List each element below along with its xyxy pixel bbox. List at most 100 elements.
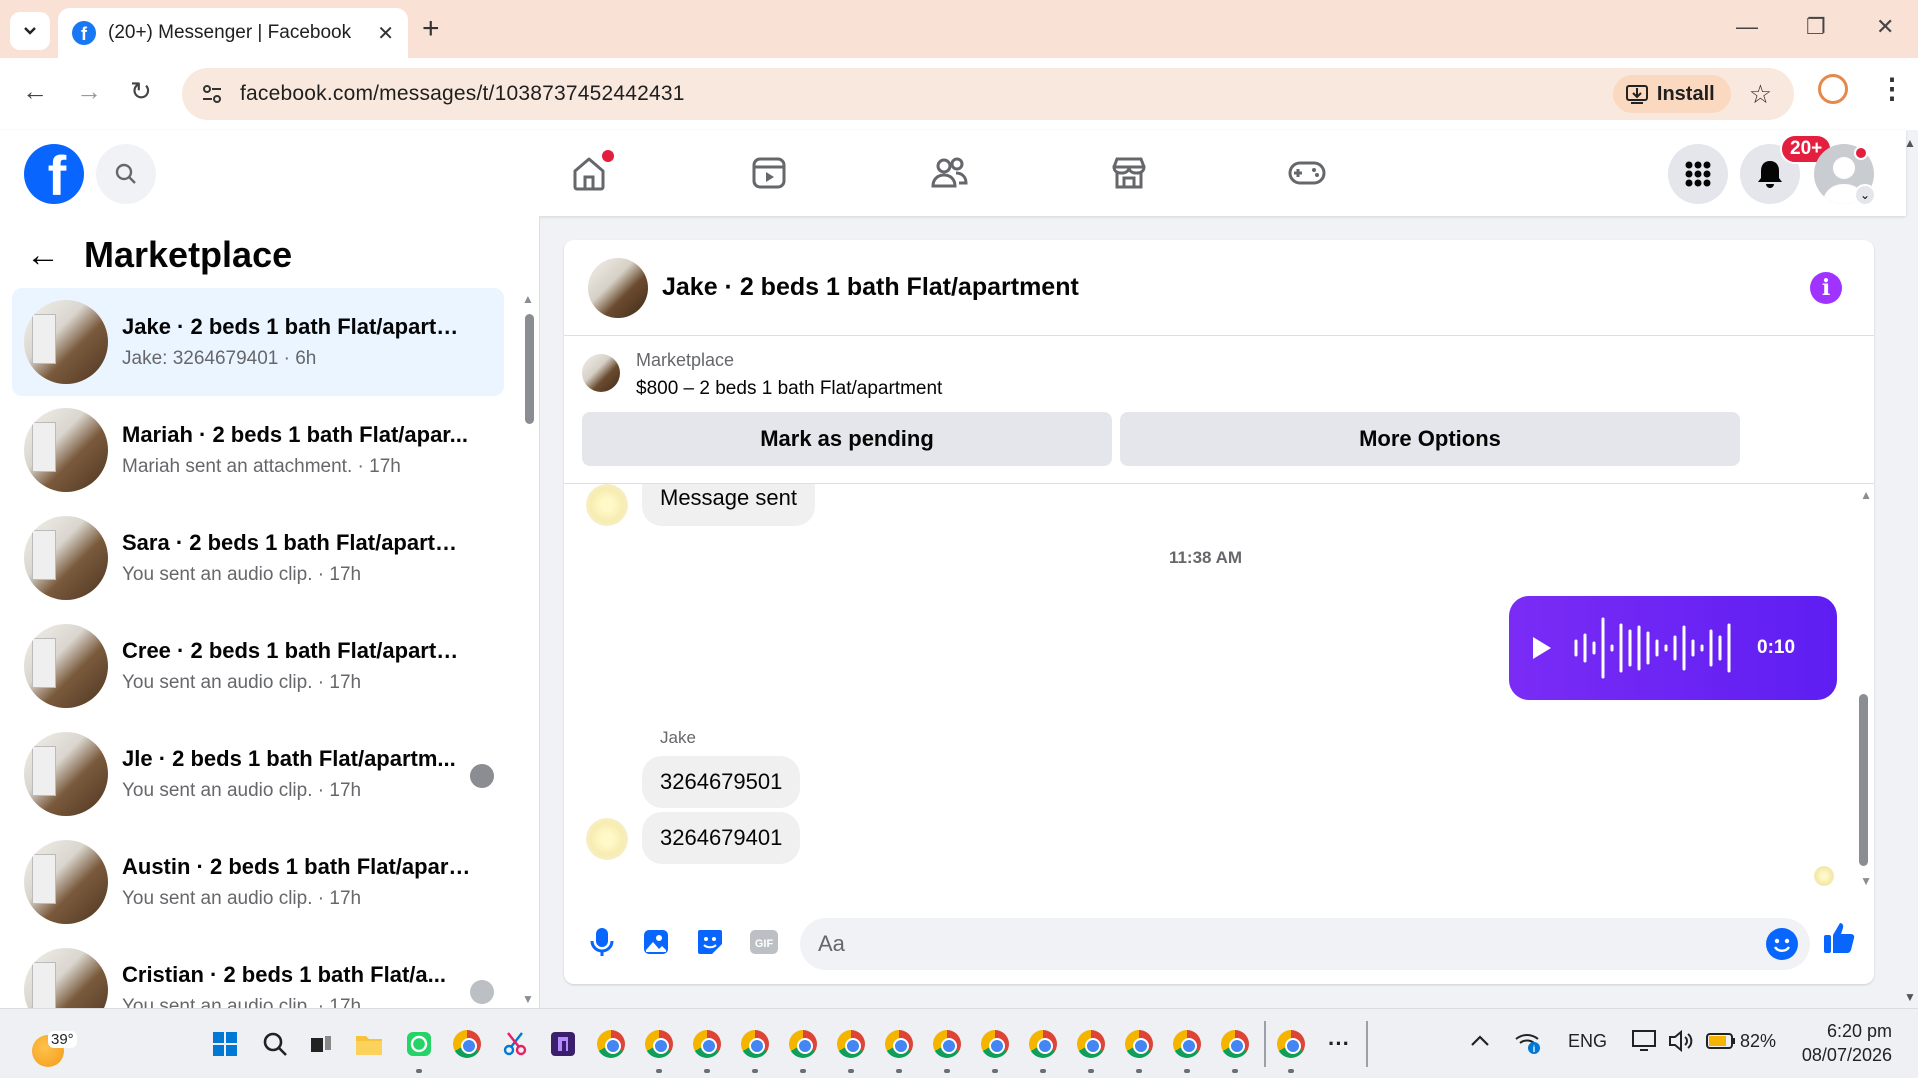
file-explorer-icon[interactable]	[354, 1029, 384, 1059]
listing-description[interactable]: $800 – 2 beds 1 bath Flat/apartment	[636, 378, 942, 400]
running-indicator	[1232, 1069, 1238, 1073]
play-icon[interactable]	[1533, 637, 1551, 659]
start-icon[interactable]	[210, 1029, 240, 1059]
scroll-up-arrow-icon[interactable]: ▲	[522, 292, 534, 306]
forward-icon[interactable]: →	[76, 76, 102, 107]
whatsapp-icon[interactable]	[404, 1029, 434, 1059]
info-icon[interactable]: i	[1810, 272, 1842, 304]
chrome-icon[interactable]	[1076, 1029, 1106, 1059]
conversation-item[interactable]: Austin · 2 beds 1 bath Flat/apart... You…	[12, 828, 504, 936]
snipping-tool-icon[interactable]	[500, 1029, 530, 1059]
display-icon[interactable]	[1632, 1029, 1658, 1058]
page-scroll-up-icon[interactable]: ▲	[1904, 136, 1916, 150]
clock-time[interactable]: 6:20 pm	[1826, 1021, 1892, 1042]
conversation-item[interactable]: Mariah · 2 beds 1 bath Flat/apar... Mari…	[12, 396, 504, 504]
close-window-icon[interactable]: ✕	[1876, 14, 1894, 40]
install-button[interactable]: Install	[1612, 75, 1731, 113]
microphone-icon[interactable]	[584, 924, 620, 960]
clock-date[interactable]: 08/07/2026	[1796, 1045, 1892, 1066]
task-view-icon[interactable]	[306, 1029, 336, 1059]
conversation-preview: Jake: 3264679401 · 6h	[122, 348, 317, 369]
tab-search-button[interactable]	[10, 12, 50, 50]
account-chevron-icon[interactable]: ⌄	[1854, 184, 1876, 206]
read-receipt-avatar	[1814, 866, 1834, 886]
conversation-name: Cristian · 2 beds 1 bath Flat/a...	[122, 962, 446, 987]
chrome-icon[interactable]	[740, 1029, 770, 1059]
site-info-icon[interactable]	[194, 76, 230, 112]
reload-icon[interactable]: ↻	[130, 76, 152, 107]
chrome-icon[interactable]	[884, 1029, 914, 1059]
menu-grid-button[interactable]	[1668, 144, 1728, 204]
chat-avatar[interactable]	[588, 257, 648, 318]
emoji-icon[interactable]	[1766, 928, 1798, 960]
network-icon[interactable]: i	[1514, 1029, 1542, 1060]
battery-icon[interactable]	[1706, 1033, 1736, 1054]
gaming-icon[interactable]	[1284, 150, 1330, 196]
grid-icon	[1685, 161, 1711, 187]
photo-icon[interactable]	[638, 924, 674, 960]
chat-scroll-down-icon[interactable]: ▼	[1860, 874, 1872, 888]
conversation-item[interactable]: Sara · 2 beds 1 bath Flat/apartm... You …	[12, 504, 504, 612]
video-icon[interactable]	[746, 150, 792, 196]
mark-as-pending-button[interactable]: Mark as pending	[582, 412, 1112, 466]
bookmark-star-icon[interactable]: ☆	[1749, 79, 1772, 110]
conversation-item[interactable]: Cree · 2 beds 1 bath Flat/apartm... You …	[12, 612, 504, 720]
chrome-icon[interactable]	[836, 1029, 866, 1059]
chrome-icon[interactable]	[1276, 1029, 1306, 1059]
conversation-item[interactable]: Jle · 2 beds 1 bath Flat/apartm... You s…	[12, 720, 504, 828]
facebook-logo-icon[interactable]: f	[24, 144, 84, 204]
more-options-button[interactable]: More Options	[1120, 412, 1740, 466]
language-indicator[interactable]: ENG	[1568, 1031, 1607, 1052]
message-bubble[interactable]: 3264679501	[642, 756, 801, 808]
chrome-icon[interactable]	[1220, 1029, 1250, 1059]
chrome-icon[interactable]	[980, 1029, 1010, 1059]
browser-toolbar: ← → ↻ facebook.com/messages/t/1038737452…	[0, 58, 1918, 130]
tab-close-icon[interactable]: ✕	[377, 21, 394, 46]
conversation-item[interactable]: Cristian · 2 beds 1 bath Flat/a... You s…	[12, 936, 504, 1008]
chrome-icon[interactable]	[692, 1029, 722, 1059]
home-notification-dot	[602, 150, 614, 162]
back-icon[interactable]: ←	[22, 76, 48, 107]
url-text[interactable]: facebook.com/messages/t/1038737452442431	[240, 82, 1613, 106]
tray-chevron-up-icon[interactable]	[1470, 1031, 1490, 1052]
more-apps-icon[interactable]: ···	[1324, 1029, 1354, 1059]
search-icon[interactable]	[260, 1029, 290, 1059]
message-bubble[interactable]: 3264679401	[642, 812, 801, 864]
like-thumb-icon[interactable]	[1822, 920, 1858, 956]
restore-icon[interactable]: ❐	[1806, 14, 1826, 40]
sidebar-scrollbar-thumb[interactable]	[525, 314, 534, 424]
message-bubble[interactable]: Message sent	[642, 484, 815, 526]
chrome-icon[interactable]	[644, 1029, 674, 1059]
page-scroll-down-icon[interactable]: ▼	[1904, 990, 1916, 1004]
facebook-search-button[interactable]	[96, 144, 156, 204]
chrome-icon[interactable]	[932, 1029, 962, 1059]
chrome-icon[interactable]	[596, 1029, 626, 1059]
chrome-icon[interactable]	[1028, 1029, 1058, 1059]
chat-scrollbar-thumb[interactable]	[1859, 694, 1868, 866]
chrome-icon[interactable]	[1124, 1029, 1154, 1059]
marketplace-icon[interactable]	[1106, 150, 1152, 196]
browser-profile-icon[interactable]	[1818, 74, 1848, 104]
chrome-icon[interactable]	[1172, 1029, 1202, 1059]
scroll-down-arrow-icon[interactable]: ▼	[522, 992, 534, 1006]
app-icon[interactable]	[548, 1029, 578, 1059]
volume-icon[interactable]	[1668, 1029, 1694, 1058]
audio-message-bubble[interactable]: 0:10	[1509, 596, 1837, 700]
address-bar[interactable]: facebook.com/messages/t/1038737452442431…	[182, 68, 1794, 120]
sidebar-header: ← Marketplace	[26, 234, 292, 276]
active-tab[interactable]: f (20+) Messenger | Facebook ✕	[58, 8, 408, 58]
listing-thumbnail[interactable]	[582, 354, 620, 392]
chat-scroll-up-icon[interactable]: ▲	[1860, 488, 1872, 502]
chat-title[interactable]: Jake · 2 beds 1 bath Flat/apartment	[662, 273, 1079, 302]
minimize-icon[interactable]: —	[1736, 14, 1758, 40]
conversation-item[interactable]: Jake · 2 beds 1 bath Flat/apartm... Jake…	[12, 288, 504, 396]
back-arrow-icon[interactable]: ←	[26, 236, 60, 275]
friends-icon[interactable]	[926, 150, 972, 196]
new-tab-button[interactable]: +	[422, 14, 440, 44]
chrome-icon[interactable]	[452, 1029, 482, 1059]
gif-icon[interactable]: GIF	[746, 924, 782, 960]
sticker-icon[interactable]	[692, 924, 728, 960]
browser-menu-icon[interactable]: ⋮	[1878, 72, 1906, 105]
message-input[interactable]	[800, 918, 1810, 970]
chrome-icon[interactable]	[788, 1029, 818, 1059]
